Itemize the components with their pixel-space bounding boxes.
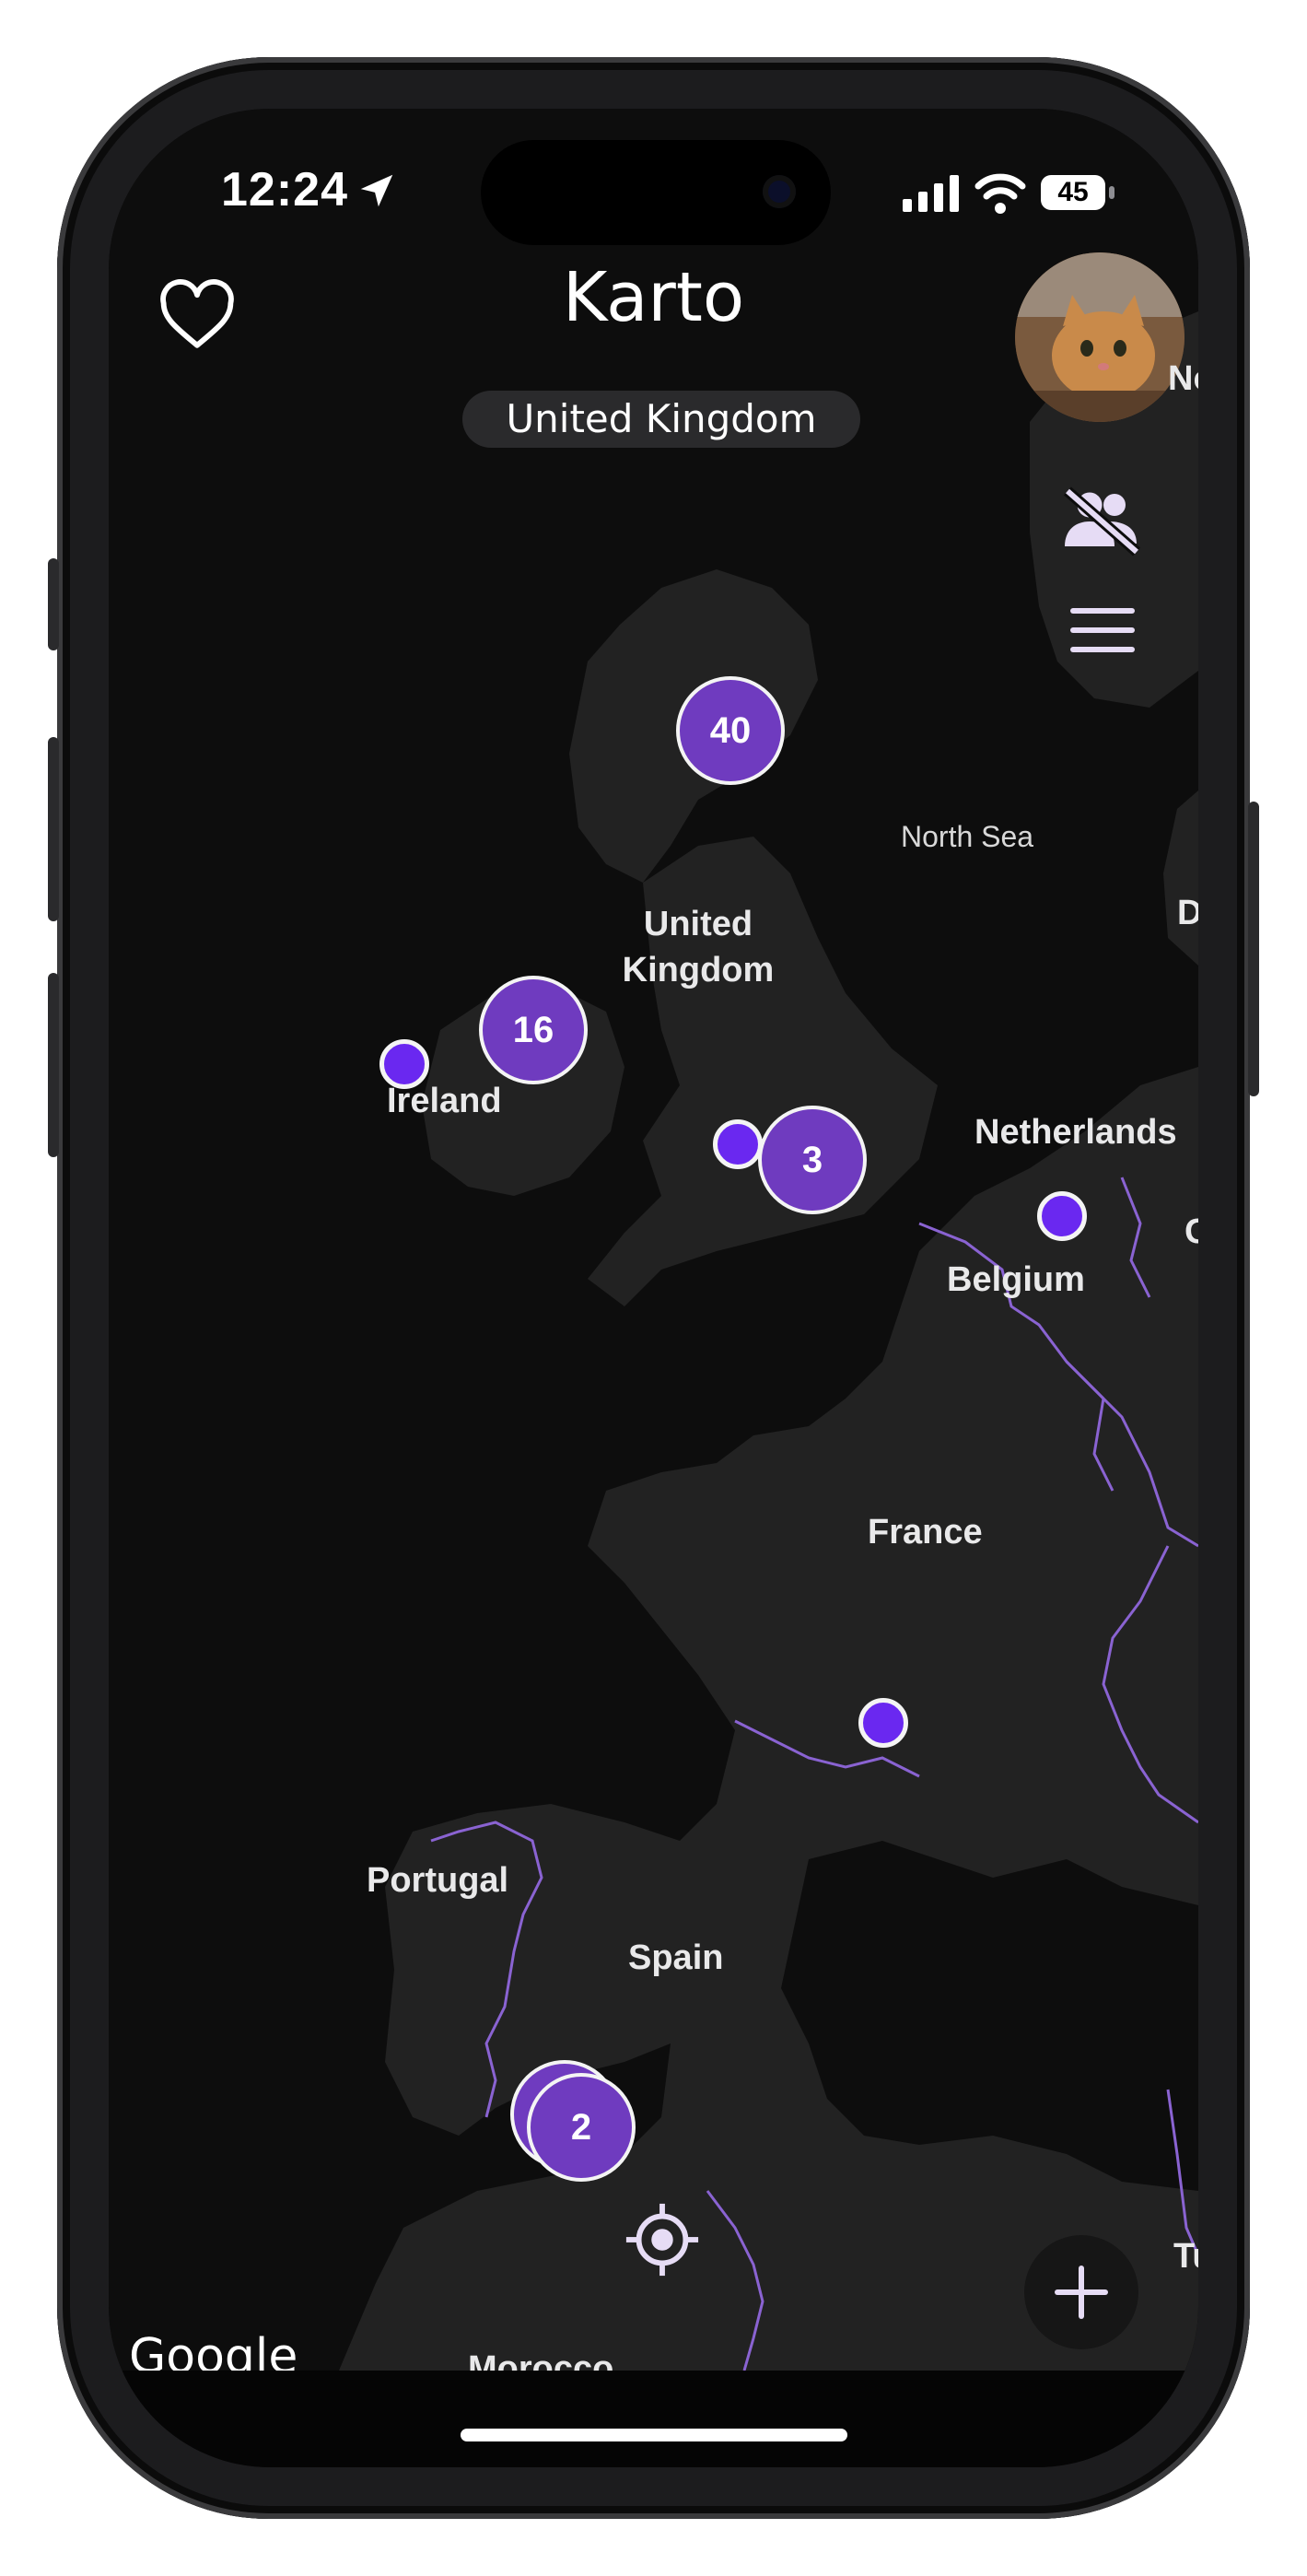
map-label-united-kingdom: United Kingdom [606, 901, 790, 993]
map-label-edge-g: G [1184, 1212, 1198, 1251]
map-cluster-spain[interactable]: 2 [527, 2073, 636, 2182]
map-label-edge-no: No [1168, 359, 1198, 398]
cellular-signal-icon [903, 175, 959, 212]
people-off-icon[interactable] [1059, 485, 1142, 558]
map-pin-france[interactable] [858, 1698, 908, 1748]
location-target-icon[interactable] [623, 2200, 702, 2279]
bottom-safe-area [109, 2371, 1198, 2467]
action-button [48, 558, 59, 650]
map-cluster-scotland[interactable]: 40 [676, 676, 785, 785]
map-label-united-kingdom-line1: United [643, 905, 753, 943]
map-label-north-sea: North Sea [901, 820, 1034, 853]
map-view[interactable] [109, 109, 1198, 2371]
location-arrow-icon [360, 174, 393, 207]
map-cluster-england[interactable]: 3 [758, 1106, 867, 1214]
region-selector[interactable]: United Kingdom [462, 391, 860, 448]
battery-indicator: 45 [1041, 175, 1105, 210]
map-cluster-ireland[interactable]: 16 [479, 976, 588, 1084]
cat-photo [1015, 252, 1184, 422]
map-label-united-kingdom-line2: Kingdom [622, 951, 775, 989]
power-button [1248, 802, 1259, 1096]
status-time: 12:24 [221, 163, 348, 217]
app-screen: 12:24 45 Karto United Kingdom United Kin… [109, 109, 1198, 2467]
map-pin-ireland[interactable] [379, 1039, 429, 1089]
battery-cap [1109, 186, 1114, 199]
home-indicator[interactable] [461, 2429, 847, 2441]
map-label-spain: Spain [628, 1938, 724, 1977]
front-camera [763, 175, 796, 208]
map-label-france: France [868, 1513, 983, 1551]
map-label-edge-de: De [1177, 894, 1198, 932]
map-label-portugal: Portugal [367, 1861, 509, 1900]
map-label-netherlands: Netherlands [974, 1113, 1177, 1152]
map-pin-belgium[interactable] [1037, 1191, 1087, 1241]
map-label-belgium: Belgium [947, 1260, 1085, 1299]
profile-avatar[interactable] [1015, 252, 1184, 422]
map-pin-wales[interactable] [713, 1119, 763, 1169]
wifi-icon [974, 173, 1026, 214]
hamburger-menu-icon[interactable] [1070, 606, 1135, 654]
volume-up-button [48, 737, 59, 921]
volume-down-button [48, 973, 59, 1157]
map-label-edge-tu: Tu [1173, 2237, 1198, 2276]
add-button[interactable] [1024, 2235, 1138, 2349]
plus-icon [1055, 2266, 1108, 2319]
